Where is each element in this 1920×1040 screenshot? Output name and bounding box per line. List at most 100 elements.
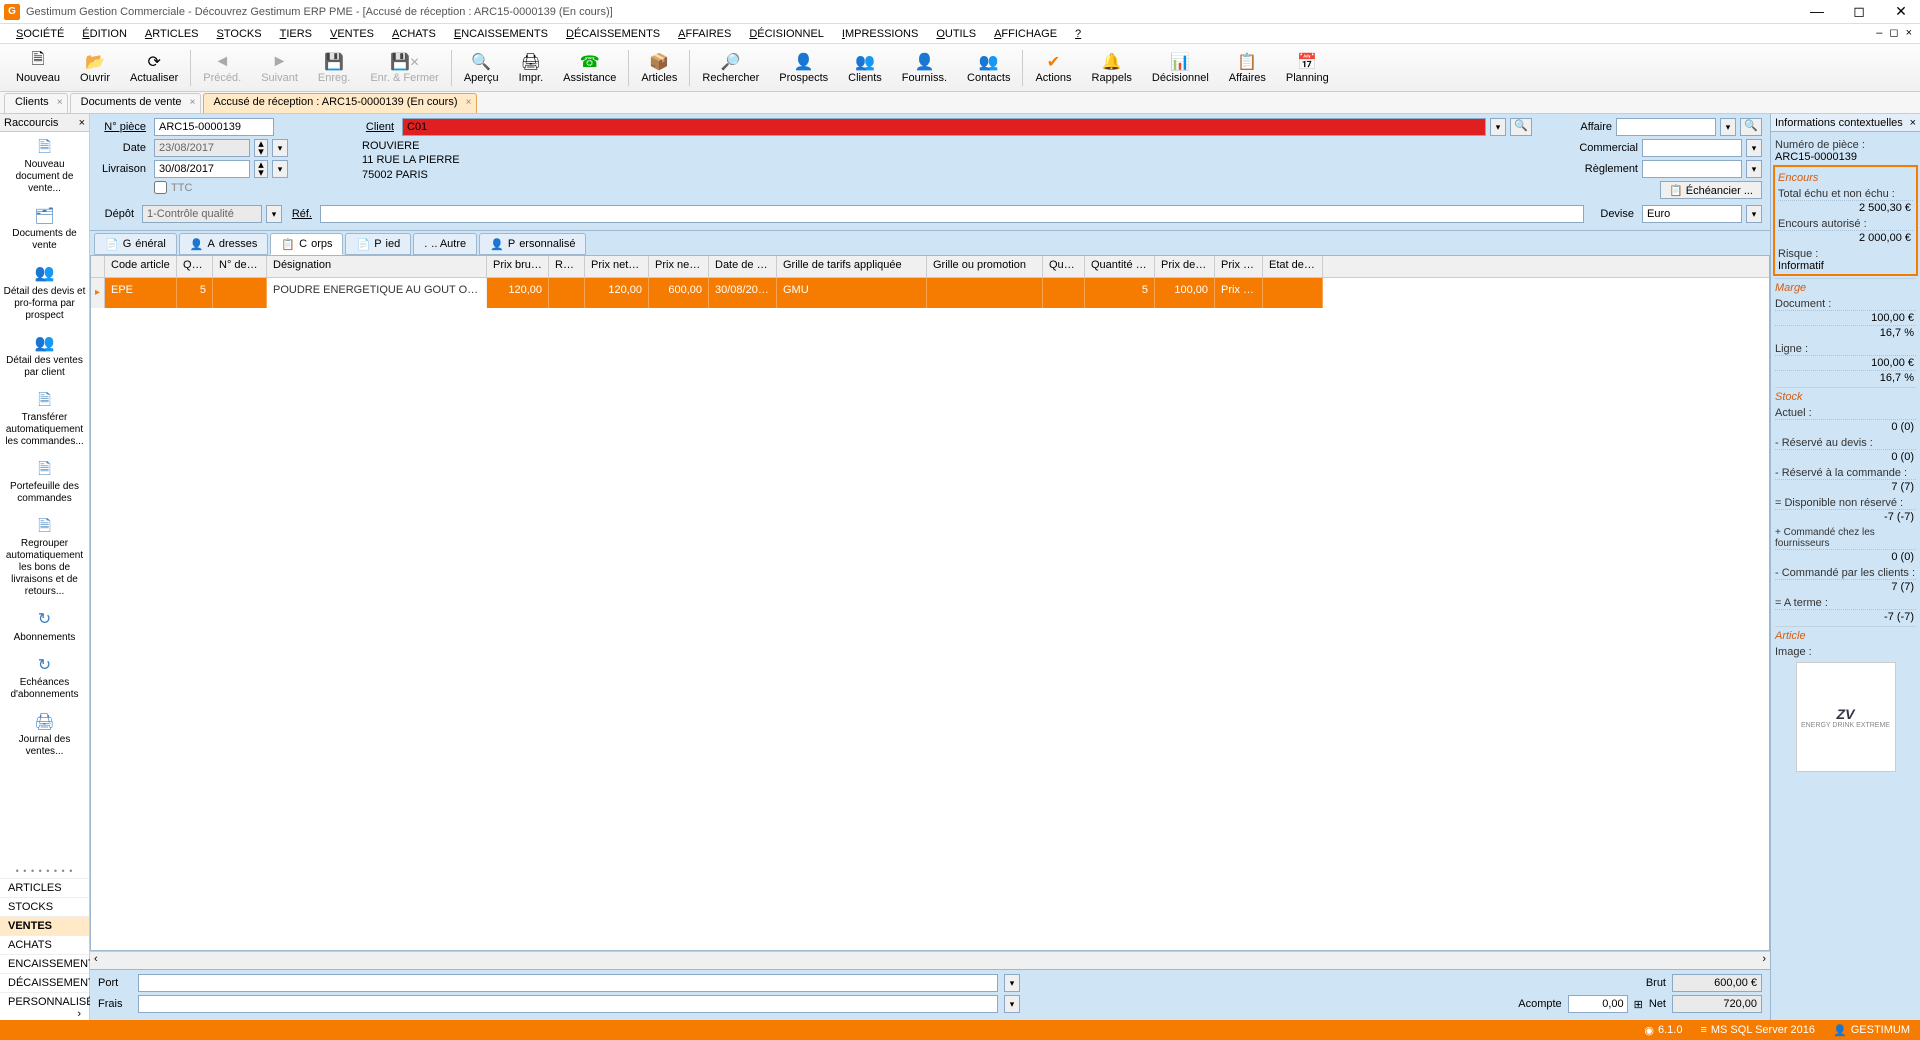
livraison-input[interactable]	[154, 160, 250, 178]
livraison-spinner[interactable]: ▴▾	[254, 160, 268, 178]
col-header[interactable]: Prix de re...	[1215, 256, 1263, 277]
frais-combo[interactable]	[138, 995, 998, 1013]
cell[interactable]: 30/08/2017	[709, 278, 777, 308]
shortcut-item[interactable]: 🗎Transférer automatiquement les commande…	[0, 385, 89, 454]
grid-hscroll[interactable]	[90, 951, 1770, 969]
affaire-combo[interactable]	[1616, 118, 1716, 136]
port-combo[interactable]	[138, 974, 998, 992]
menu-stocks[interactable]: STOCKS	[209, 26, 270, 42]
ref-input[interactable]	[320, 205, 1584, 223]
acompte-input[interactable]	[1568, 995, 1628, 1013]
cell[interactable]: 120,00	[487, 278, 549, 308]
cell[interactable]: 120,00	[585, 278, 649, 308]
commercial-combo[interactable]	[1642, 139, 1742, 157]
tb-clients[interactable]: 👥Clients	[838, 50, 892, 86]
subtab-adresses[interactable]: 👤Adresses	[179, 233, 269, 255]
shortcut-item[interactable]: 👥Détail des devis et pro-forma par prosp…	[0, 258, 89, 327]
tb-affaires[interactable]: 📋Affaires	[1219, 50, 1276, 86]
cell[interactable]: 5	[177, 278, 213, 308]
tab-close-icon[interactable]: ×	[57, 97, 63, 108]
doctab[interactable]: Clients×	[4, 93, 68, 113]
reglement-combo[interactable]	[1642, 160, 1742, 178]
category-décaissements[interactable]: DÉCAISSEMENTS	[0, 973, 89, 992]
subtab-personnalis[interactable]: 👤Personnalisé	[479, 233, 586, 255]
affaire-search-icon[interactable]: 🔍	[1740, 118, 1762, 136]
tb-prospects[interactable]: 👤Prospects	[769, 50, 838, 86]
subtab-gnral[interactable]: 📄Général	[94, 233, 177, 255]
menu-société[interactable]: SOCIÉTÉ	[8, 26, 72, 42]
date-dropdown[interactable]: ▾	[272, 139, 288, 157]
menu-encaissements[interactable]: ENCAISSEMENTS	[446, 26, 556, 42]
tb-assistance[interactable]: ☎Assistance	[553, 50, 626, 86]
tb-enreg[interactable]: 💾Enreg.	[308, 50, 360, 86]
menu-affaires[interactable]: AFFAIRES	[670, 26, 739, 42]
client-field[interactable]: C01	[402, 118, 1486, 136]
context-close-icon[interactable]: ×	[1910, 117, 1916, 129]
tb-dcisionnel[interactable]: 📊Décisionnel	[1142, 50, 1219, 86]
tb-actualiser[interactable]: ⟳Actualiser	[120, 50, 188, 86]
tab-close-icon[interactable]: ×	[466, 97, 472, 108]
col-header[interactable]: Prix brut un...	[487, 256, 549, 277]
commercial-dropdown[interactable]: ▾	[1746, 139, 1762, 157]
menu-ventes[interactable]: VENTES	[322, 26, 382, 42]
shortcut-item[interactable]: 🗎Regrouper automatiquement les bons de l…	[0, 511, 89, 604]
menu-décaissements[interactable]: DÉCAISSEMENTS	[558, 26, 668, 42]
tb-actions[interactable]: ✔Actions	[1025, 50, 1081, 86]
col-header[interactable]: Désignation	[267, 256, 487, 277]
menu-impressions[interactable]: IMPRESSIONS	[834, 26, 926, 42]
category-ventes[interactable]: VENTES	[0, 916, 89, 935]
col-header[interactable]: Grille de tarifs appliquée	[777, 256, 927, 277]
shortcut-item[interactable]: 👥Détail des ventes par client	[0, 328, 89, 385]
sidebar-close-icon[interactable]: ×	[79, 117, 85, 129]
shortcut-item[interactable]: 🖨Journal des ventes...	[0, 707, 89, 764]
frais-dropdown[interactable]: ▾	[1004, 995, 1020, 1013]
cell[interactable]	[927, 278, 1043, 308]
cell[interactable]: POUDRE ENERGETIQUE AU GOUT ORANGE	[267, 278, 487, 308]
col-header[interactable]: Quantité rest...	[1085, 256, 1155, 277]
tb-fourniss[interactable]: 👤Fourniss.	[892, 50, 957, 86]
date-spinner[interactable]: ▴▾	[254, 139, 268, 157]
menu-édition[interactable]: ÉDITION	[74, 26, 135, 42]
subtab-pied[interactable]: 📄Pied	[345, 233, 411, 255]
cell[interactable]: 600,00	[649, 278, 709, 308]
cell[interactable]	[1043, 278, 1085, 308]
tb-rechercher[interactable]: 🔎Rechercher	[692, 50, 769, 86]
cell[interactable]: 100,00	[1155, 278, 1215, 308]
depot-dropdown[interactable]: ▾	[266, 205, 282, 223]
menu-décisionnel[interactable]: DÉCISIONNEL	[741, 26, 832, 42]
col-header[interactable]: Prix de revie...	[1155, 256, 1215, 277]
col-header[interactable]: Prix net unit...	[585, 256, 649, 277]
depot-input[interactable]	[142, 205, 262, 223]
cell[interactable]	[549, 278, 585, 308]
col-header[interactable]: Remise	[549, 256, 585, 277]
tb-impr[interactable]: 🖨Impr.	[509, 50, 553, 86]
category-stocks[interactable]: STOCKS	[0, 897, 89, 916]
cell[interactable]	[1263, 278, 1323, 308]
shortcut-item[interactable]: 🗎Portefeuille des commandes	[0, 454, 89, 511]
tb-rappels[interactable]: 🔔Rappels	[1082, 50, 1142, 86]
npiece-input[interactable]	[154, 118, 274, 136]
col-header[interactable]: Etat de la c...	[1263, 256, 1323, 277]
col-header[interactable]: Quan...	[177, 256, 213, 277]
col-header[interactable]: Prix net total	[649, 256, 709, 277]
client-dropdown[interactable]: ▾	[1490, 118, 1506, 136]
category-personnalisé[interactable]: PERSONNALISÉ	[0, 992, 89, 1011]
doctab[interactable]: Accusé de réception : ARC15-0000139 (En …	[203, 93, 477, 113]
shortcut-item[interactable]: 🗂Documents de vente	[0, 201, 89, 258]
category-achats[interactable]: ACHATS	[0, 935, 89, 954]
shortcut-item[interactable]: ↻Abonnements	[0, 604, 89, 649]
doctab[interactable]: Documents de vente×	[70, 93, 201, 113]
reglement-dropdown[interactable]: ▾	[1746, 160, 1762, 178]
menu-articles[interactable]: ARTICLES	[137, 26, 207, 42]
tab-close-icon[interactable]: ×	[190, 97, 196, 108]
cell[interactable]: Prix de r...	[1215, 278, 1263, 308]
col-header[interactable]: Grille ou promotion	[927, 256, 1043, 277]
lines-grid[interactable]: Code articleQuan...N° de lot 1Désignatio…	[90, 255, 1770, 951]
cell[interactable]: 5	[1085, 278, 1155, 308]
subtab-autre[interactable]: ... Autre	[413, 233, 477, 255]
menu-outils[interactable]: OUTILS	[928, 26, 984, 42]
echeancier-button[interactable]: 📋 Échéancier ...	[1660, 181, 1762, 199]
menu-achats[interactable]: ACHATS	[384, 26, 444, 42]
col-header[interactable]: Quan...	[1043, 256, 1085, 277]
cell[interactable]: GMU	[777, 278, 927, 308]
